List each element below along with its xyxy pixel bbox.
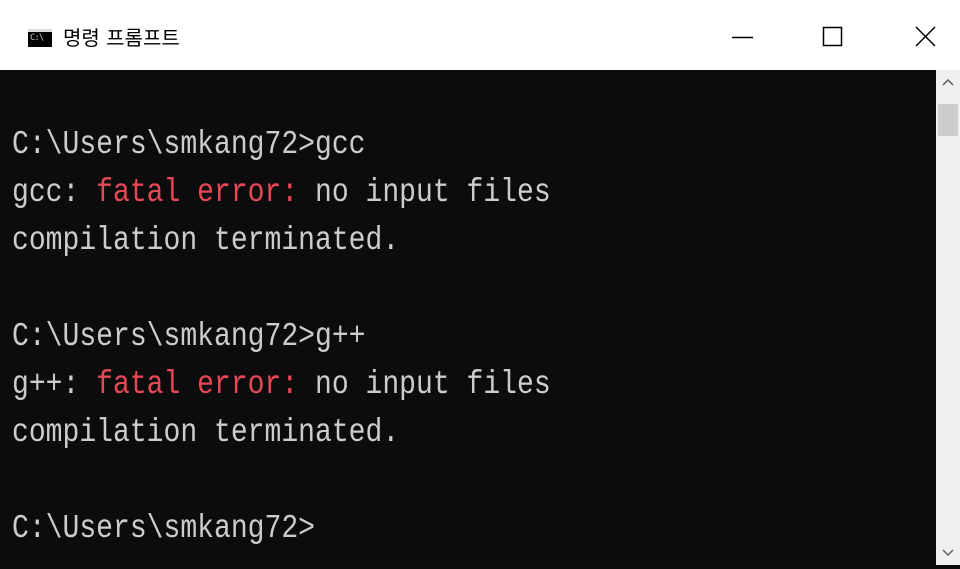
error-text: fatal error: (96, 366, 299, 403)
console-output[interactable]: C:\Users\smkang72>gcc gcc: fatal error: n… (8, 70, 936, 565)
chevron-down-icon (942, 549, 954, 557)
window-title: 명령 프롬프트 (63, 26, 180, 50)
console-text: gcc: (12, 174, 97, 211)
console-line: C:\Users\smkang72>gcc (12, 121, 365, 169)
console-text: C:\Users\smkang72> (12, 510, 315, 547)
console-text: C:\Users\smkang72>g++ (12, 318, 366, 355)
console-line: compilation terminated. (12, 217, 399, 265)
console-text: C:\Users\smkang72>gcc (12, 126, 366, 163)
title-bar[interactable]: C:\ 명령 프롬프트 (0, 0, 960, 70)
console-line: g++: fatal error: no input files (12, 361, 551, 409)
scrollbar-thumb[interactable] (938, 104, 958, 136)
console-line: C:\Users\smkang72> (12, 505, 315, 553)
chevron-up-icon (942, 78, 954, 86)
scroll-down-button[interactable] (936, 541, 960, 565)
minimize-button[interactable] (702, 0, 772, 70)
command-prompt-window: C:\ 명령 프롬프트 C:\Users\smkang72>gcc gcc: fa… (0, 0, 960, 565)
close-icon (915, 26, 936, 47)
console-line: C:\Users\smkang72>g++ (12, 313, 365, 361)
command-prompt-icon[interactable]: C:\ (28, 29, 52, 47)
console-text: compilation terminated. (12, 222, 400, 259)
maximize-button[interactable] (797, 0, 867, 70)
console-text: no input files (298, 174, 551, 211)
close-button[interactable] (890, 0, 960, 70)
scroll-up-button[interactable] (936, 70, 960, 94)
console-text: compilation terminated. (12, 414, 400, 451)
console-line: compilation terminated. (12, 409, 399, 457)
app-icon-text: C:\ (30, 33, 44, 43)
console-text: no input files (298, 366, 551, 403)
console-line: gcc: fatal error: no input files (12, 169, 551, 217)
error-text: fatal error: (96, 174, 299, 211)
vertical-scrollbar[interactable] (936, 70, 960, 565)
maximize-icon (822, 26, 843, 47)
minimize-icon (732, 36, 753, 39)
console-text: g++: (12, 366, 97, 403)
